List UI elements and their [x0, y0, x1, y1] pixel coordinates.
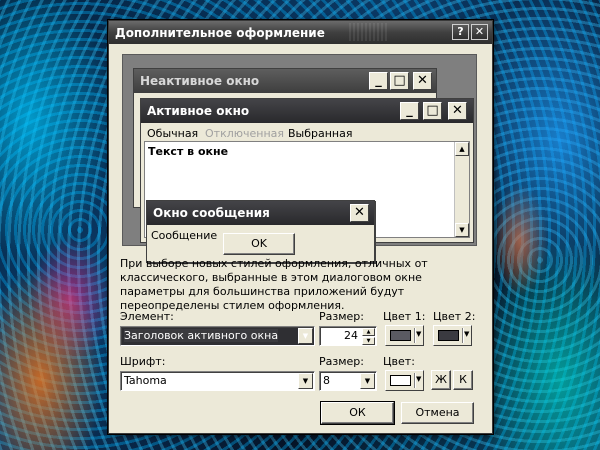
menu-item-normal[interactable]: Обычная: [147, 127, 198, 140]
color1-swatch: [390, 330, 411, 341]
scrollbar[interactable]: ▲ ▼: [454, 142, 469, 237]
font-color-label: Цвет:: [383, 355, 415, 368]
element-select[interactable]: Заголовок активного окна ▼: [120, 326, 315, 346]
chevron-down-icon: ▼: [416, 330, 422, 338]
font-select[interactable]: Tahoma ▼: [120, 371, 315, 391]
chevron-down-icon[interactable]: ▼: [298, 328, 313, 344]
chevron-down-icon: ▼: [416, 375, 422, 383]
cancel-button[interactable]: Отмена: [401, 402, 474, 424]
maximize-icon[interactable]: □: [390, 72, 409, 90]
menu-bar: Обычная Отключенная Выбранная: [141, 123, 473, 141]
chevron-down-icon[interactable]: ▼: [298, 373, 313, 389]
menu-item-disabled: Отключенная: [205, 127, 285, 140]
active-window-titlebar[interactable]: Активное окно _ □ ✕: [141, 99, 473, 123]
advanced-appearance-dialog: Дополнительное оформление ? ✕ Неактивное…: [108, 20, 493, 434]
close-icon[interactable]: ✕: [413, 72, 432, 90]
font-size-value: 8: [323, 374, 330, 387]
chevron-down-icon: ▼: [464, 330, 470, 338]
element-size-label: Размер:: [319, 310, 364, 323]
font-value: Tahoma: [124, 374, 167, 387]
spin-up-icon[interactable]: ▲: [362, 328, 375, 336]
help-button[interactable]: ?: [452, 24, 469, 40]
scroll-up-icon[interactable]: ▲: [455, 142, 469, 156]
font-color-button[interactable]: ▼: [385, 370, 424, 391]
message-box-preview[interactable]: Окно сообщения ✕ Сообщение OK: [146, 200, 375, 263]
element-label: Элемент:: [120, 310, 174, 323]
active-window-title: Активное окно: [147, 104, 250, 118]
dialog-titlebar[interactable]: Дополнительное оформление ? ✕: [109, 21, 492, 44]
inactive-window-title: Неактивное окно: [140, 74, 260, 88]
font-label: Шрифт:: [120, 355, 166, 368]
color2-button[interactable]: ▼: [433, 325, 472, 346]
close-button[interactable]: ✕: [471, 24, 488, 40]
preview-pane[interactable]: Неактивное окно _ □ ✕ Активное окно _ □ …: [122, 54, 477, 263]
close-icon[interactable]: ✕: [448, 102, 467, 120]
message-text: Сообщение: [151, 229, 218, 242]
bold-button[interactable]: Ж: [431, 370, 451, 390]
minimize-icon[interactable]: _: [369, 72, 388, 90]
ok-button[interactable]: ОК: [320, 401, 395, 425]
message-box-title: Окно сообщения: [153, 206, 270, 220]
window-text: Текст в окне: [148, 145, 229, 158]
close-icon: ✕: [474, 25, 485, 38]
color1-button[interactable]: ▼: [385, 325, 424, 346]
spin-down-icon[interactable]: ▼: [362, 337, 375, 345]
titlebar-texture: [349, 23, 389, 41]
inactive-window-titlebar[interactable]: Неактивное окно _ □ ✕: [134, 69, 436, 93]
menu-item-selected[interactable]: Выбранная: [288, 127, 352, 140]
dialog-title: Дополнительное оформление: [115, 26, 325, 40]
minimize-icon[interactable]: _: [400, 102, 419, 120]
close-icon[interactable]: ✕: [350, 204, 369, 222]
element-value: Заголовок активного окна: [124, 329, 279, 342]
font-color-swatch: [390, 375, 411, 386]
message-box-titlebar[interactable]: Окно сообщения ✕: [147, 201, 374, 225]
element-size-stepper[interactable]: 24 ▲ ▼: [319, 326, 377, 346]
color2-swatch: [438, 330, 459, 341]
font-size-select[interactable]: 8 ▼: [319, 371, 377, 391]
message-ok-button[interactable]: OK: [223, 233, 295, 255]
scroll-down-icon[interactable]: ▼: [455, 223, 469, 237]
color1-label: Цвет 1:: [383, 310, 426, 323]
font-size-label: Размер:: [319, 355, 364, 368]
maximize-icon[interactable]: □: [423, 102, 442, 120]
italic-button[interactable]: К: [453, 370, 473, 390]
chevron-down-icon[interactable]: ▼: [360, 373, 375, 389]
element-size-value: 24: [344, 329, 358, 342]
info-text: При выборе новых стилей оформления, отли…: [120, 257, 428, 312]
color2-label: Цвет 2:: [433, 310, 476, 323]
